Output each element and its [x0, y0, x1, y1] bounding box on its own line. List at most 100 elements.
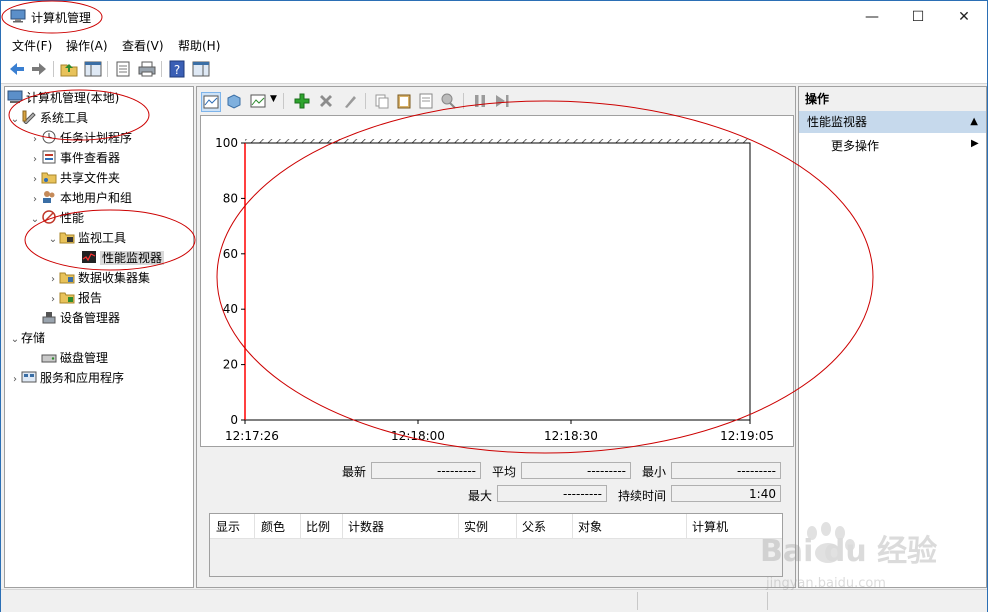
tree-item-device-manager[interactable]: 设备管理器: [41, 309, 120, 327]
menu-view[interactable]: 查看(V): [122, 37, 164, 54]
navigation-tree: 计算机管理(本地) ⌄ 系统工具 › 任务计划程序 › 事件查看器 › 共享文件夹 › 本…: [4, 86, 194, 588]
minimize-button[interactable]: —: [849, 1, 895, 33]
show-hide-tree-icon[interactable]: [83, 59, 103, 79]
tools-icon: [22, 110, 36, 124]
tree-item-local-users[interactable]: › 本地用户和组: [29, 189, 132, 207]
properties-icon[interactable]: [113, 59, 133, 79]
menu-file[interactable]: 文件(F): [12, 37, 52, 54]
performance-monitor-icon: [82, 251, 96, 263]
shared-folder-icon: [41, 172, 57, 184]
folder-icon: [59, 292, 75, 304]
clock-icon: [42, 130, 56, 144]
chevron-right-icon[interactable]: ›: [47, 291, 59, 309]
update-data-icon[interactable]: [493, 92, 511, 110]
chevron-right-icon[interactable]: ›: [9, 371, 21, 389]
column-show[interactable]: 显示: [216, 518, 240, 535]
pause-icon[interactable]: [471, 92, 489, 110]
forward-arrow-icon[interactable]: [29, 59, 49, 79]
tree-item-system-tools[interactable]: ⌄ 系统工具: [9, 109, 88, 127]
view-current-activity-icon[interactable]: [201, 92, 221, 112]
stat-last-label: 最新: [342, 465, 367, 479]
performance-graph[interactable]: 100 80 60 40 20 0 12:17:26 12:18:00 12:18:30 12:1…: [200, 115, 794, 447]
column-computer[interactable]: 计算机: [692, 518, 728, 535]
stat-maximum-label: 最大: [468, 489, 493, 503]
back-arrow-icon[interactable]: [7, 59, 27, 79]
column-instance[interactable]: 实例: [464, 518, 488, 535]
tree-label: 报告: [78, 291, 103, 305]
tree-item-reports[interactable]: › 报告: [47, 289, 102, 307]
dropdown-arrow-icon[interactable]: ▼: [270, 94, 277, 104]
tree-label: 事件查看器: [60, 151, 121, 165]
actions-section-performance-monitor[interactable]: 性能监视器 ▲: [799, 111, 986, 133]
tree-item-monitoring-tools[interactable]: ⌄ 监视工具: [47, 229, 126, 247]
services-icon: [21, 371, 37, 383]
tree-item-shared-folders[interactable]: › 共享文件夹: [29, 169, 120, 187]
column-parent[interactable]: 父系: [522, 518, 546, 535]
x-tick-label: 12:18:30: [544, 429, 598, 443]
computer-management-icon: [7, 90, 23, 103]
tree-item-data-collector-sets[interactable]: › 数据收集器集: [47, 269, 150, 287]
submenu-arrow-icon[interactable]: ▶: [971, 138, 979, 149]
chevron-right-icon[interactable]: ›: [29, 191, 41, 209]
zoom-icon[interactable]: [439, 92, 457, 110]
menu-action[interactable]: 操作(A): [66, 37, 108, 54]
chevron-down-icon[interactable]: ⌄: [9, 111, 21, 129]
status-divider: [637, 592, 638, 610]
close-button[interactable]: ✕: [941, 1, 987, 33]
tree-item-event-viewer[interactable]: › 事件查看器: [29, 149, 120, 167]
counter-list[interactable]: 显示 颜色 比例 计数器 实例 父系 对象 计算机: [209, 513, 783, 577]
change-graph-type-icon[interactable]: [249, 92, 267, 110]
y-tick-label: 40: [223, 302, 238, 316]
print-icon[interactable]: [137, 59, 157, 79]
device-manager-icon: [42, 312, 56, 324]
event-viewer-icon: [42, 150, 56, 164]
collapse-arrow-icon[interactable]: ▲: [970, 111, 978, 133]
properties-icon[interactable]: [417, 92, 435, 110]
column-divider: [458, 514, 459, 538]
column-color[interactable]: 颜色: [261, 518, 285, 535]
up-folder-icon[interactable]: [59, 59, 79, 79]
tree-item-services-apps[interactable]: › 服务和应用程序: [9, 369, 124, 387]
menu-help[interactable]: 帮助(H): [178, 37, 220, 54]
highlight-icon[interactable]: [341, 92, 359, 110]
tree-item-root[interactable]: 计算机管理(本地): [7, 89, 119, 107]
tree-item-performance[interactable]: ⌄ 性能: [29, 209, 84, 227]
help-icon[interactable]: ?: [167, 59, 187, 79]
chevron-right-icon[interactable]: ›: [29, 171, 41, 189]
perf-toolbar: ▼: [197, 87, 795, 115]
tree-item-disk-management[interactable]: 磁盘管理: [41, 349, 108, 367]
show-action-pane-icon[interactable]: [191, 59, 211, 79]
x-tick-label: 12:17:26: [225, 429, 279, 443]
column-object[interactable]: 对象: [578, 518, 602, 535]
column-divider: [516, 514, 517, 538]
chevron-down-icon[interactable]: ⌄: [29, 211, 41, 229]
performance-monitor-pane: ▼ 100 80 60 40 20 0 12:17:26 12:18:00 12:18:3: [196, 86, 796, 588]
more-actions-item[interactable]: 更多操作: [831, 137, 879, 154]
delete-counter-icon[interactable]: [317, 92, 335, 110]
watermark-brand: Bai du 经验: [760, 534, 937, 569]
view-log-data-icon[interactable]: [225, 92, 243, 110]
column-scale[interactable]: 比例: [306, 518, 330, 535]
chevron-right-icon[interactable]: ›: [47, 271, 59, 289]
tree-item-task-scheduler[interactable]: › 任务计划程序: [29, 129, 132, 147]
chevron-right-icon[interactable]: ›: [29, 151, 41, 169]
chevron-down-icon[interactable]: ⌄: [47, 231, 59, 249]
window-title: 计算机管理: [31, 11, 92, 25]
column-counter[interactable]: 计数器: [348, 518, 384, 535]
chevron-right-icon[interactable]: ›: [29, 131, 41, 149]
tree-item-performance-monitor[interactable]: 性能监视器: [81, 249, 165, 267]
disk-icon: [41, 354, 57, 363]
maximize-button[interactable]: ☐: [895, 1, 941, 33]
stat-average-value: ---------: [521, 462, 631, 479]
add-counter-icon[interactable]: [293, 92, 311, 110]
chevron-down-icon[interactable]: ⌄: [9, 331, 21, 349]
stat-average-label: 平均: [492, 465, 517, 479]
tree-item-storage[interactable]: ⌄ 存储: [9, 329, 45, 347]
tree-label: 磁盘管理: [60, 351, 109, 365]
stat-maximum-value: ---------: [497, 485, 607, 502]
column-divider: [254, 514, 255, 538]
stat-duration-label: 持续时间: [618, 489, 667, 503]
copy-properties-icon[interactable]: [373, 92, 391, 110]
paste-counter-list-icon[interactable]: [395, 92, 413, 110]
stat-duration-value: 1:40: [671, 485, 781, 502]
